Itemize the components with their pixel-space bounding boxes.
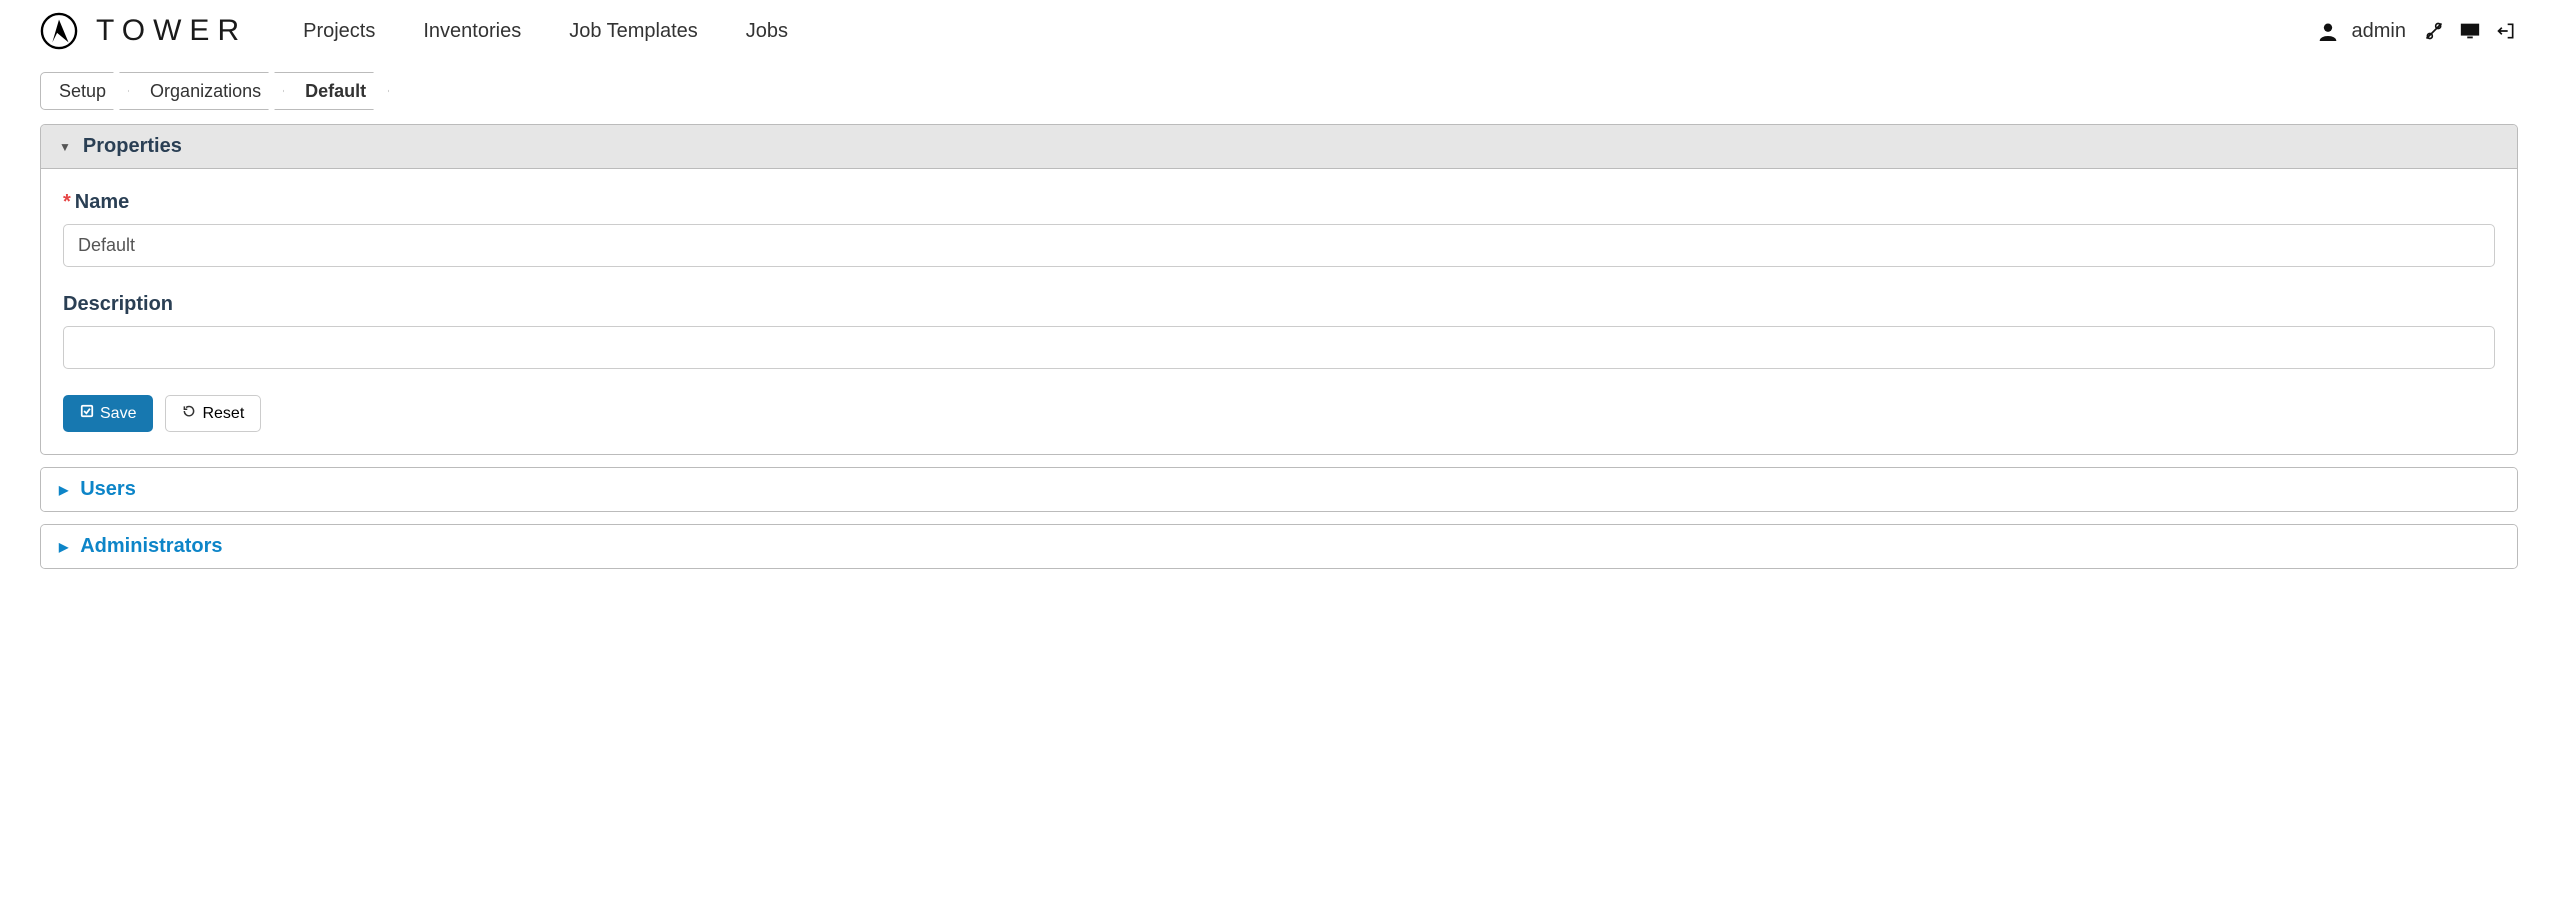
- breadcrumb-setup[interactable]: Setup: [40, 72, 129, 110]
- administrators-panel-header[interactable]: ▶ Administrators: [41, 525, 2517, 568]
- settings-icon[interactable]: [2422, 19, 2446, 43]
- save-button-label: Save: [100, 405, 136, 423]
- reset-button-label: Reset: [202, 405, 244, 423]
- properties-title: Properties: [83, 135, 182, 158]
- caret-down-icon: ▼: [59, 140, 71, 154]
- description-label-text: Description: [63, 293, 173, 315]
- ansible-logo-icon: [40, 12, 78, 50]
- top-navbar: TOWER Projects Inventories Job Templates…: [0, 0, 2558, 62]
- user-icon[interactable]: [2316, 19, 2340, 43]
- caret-right-icon: ▶: [59, 483, 68, 497]
- button-row: Save Reset: [63, 395, 2495, 432]
- save-button[interactable]: Save: [63, 395, 153, 432]
- admins-title: Administrators: [80, 535, 222, 558]
- administrators-panel: ▶ Administrators: [40, 524, 2518, 569]
- breadcrumb-wrap: Setup Organizations Default: [0, 62, 2558, 124]
- logout-icon[interactable]: [2494, 19, 2518, 43]
- users-panel-header[interactable]: ▶ Users: [41, 468, 2517, 511]
- required-star-icon: *: [63, 191, 71, 213]
- description-label: Description: [63, 293, 2495, 316]
- check-icon: [80, 404, 94, 423]
- panel-stack: ▼ Properties *Name Description: [0, 124, 2558, 569]
- nav-item-projects[interactable]: Projects: [303, 20, 375, 43]
- description-input[interactable]: [63, 326, 2495, 369]
- breadcrumb-label: Setup: [59, 81, 106, 102]
- description-form-group: Description: [63, 293, 2495, 369]
- name-label-text: Name: [75, 191, 129, 213]
- name-label: *Name: [63, 191, 2495, 214]
- properties-panel: ▼ Properties *Name Description: [40, 124, 2518, 455]
- brand-text: TOWER: [96, 14, 247, 48]
- nav-item-inventories[interactable]: Inventories: [423, 20, 521, 43]
- breadcrumb-label: Organizations: [150, 81, 261, 102]
- nav-items: Projects Inventories Job Templates Jobs: [303, 20, 788, 43]
- logo-group[interactable]: TOWER: [40, 12, 247, 50]
- username-label[interactable]: admin: [2352, 20, 2406, 43]
- nav-item-jobs[interactable]: Jobs: [746, 20, 788, 43]
- caret-right-icon: ▶: [59, 540, 68, 554]
- users-title: Users: [80, 478, 136, 501]
- reset-button[interactable]: Reset: [165, 395, 261, 432]
- properties-panel-body: *Name Description: [41, 169, 2517, 454]
- undo-icon: [182, 404, 196, 423]
- name-input[interactable]: [63, 224, 2495, 267]
- name-form-group: *Name: [63, 191, 2495, 267]
- breadcrumb: Setup Organizations Default: [40, 72, 389, 110]
- monitor-icon[interactable]: [2458, 19, 2482, 43]
- breadcrumb-organizations[interactable]: Organizations: [119, 72, 284, 110]
- nav-item-job-templates[interactable]: Job Templates: [569, 20, 698, 43]
- breadcrumb-default[interactable]: Default: [274, 72, 389, 110]
- navbar-right: admin: [2316, 19, 2518, 43]
- users-panel: ▶ Users: [40, 467, 2518, 512]
- properties-panel-header[interactable]: ▼ Properties: [41, 125, 2517, 169]
- breadcrumb-label: Default: [305, 81, 366, 102]
